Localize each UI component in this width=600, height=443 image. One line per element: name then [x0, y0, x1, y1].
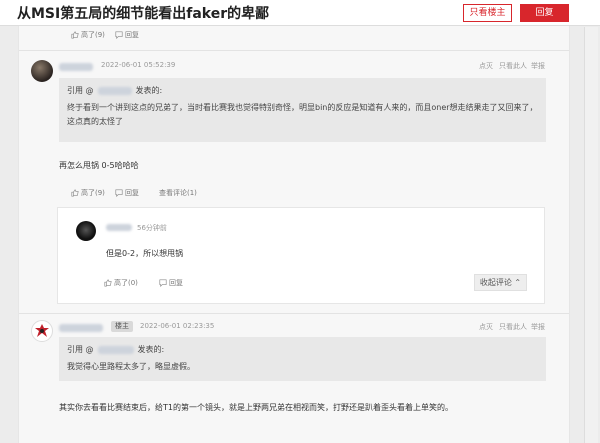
report-link[interactable]: 举报 — [531, 61, 545, 71]
quote-text: 终于看到一个讲到这点的兄弟了，当时看比赛我也觉得特别奇怪，明显bin的反应是知道… — [67, 103, 538, 126]
quote-prefix: 引用 @ — [67, 86, 94, 95]
like-button[interactable]: 高了(9) — [71, 30, 105, 40]
post-body: 再怎么甩锅 0-5哈哈哈 — [59, 161, 139, 170]
like-label: 高了(0) — [114, 279, 138, 287]
avatar[interactable] — [76, 221, 96, 241]
only-op-button[interactable]: 只看楼主 — [463, 4, 512, 22]
comment-text: 但是0-2，所以想甩锅 — [106, 249, 184, 258]
comment-box: 56分钟前 但是0-2，所以想甩锅 高了(0) 回复 收起评论 ⌃ — [57, 207, 545, 304]
collapse-comments-button[interactable]: 收起评论 ⌃ — [474, 274, 527, 291]
quote-block: 引用 @ 发表的: 我觉得心里路程太多了，略显虚假。 — [59, 337, 546, 381]
quote-text: 我觉得心里路程太多了，略显虚假。 — [67, 362, 195, 371]
divider — [19, 50, 569, 51]
avatar[interactable] — [31, 320, 53, 342]
page-title: 从MSI第五局的细节能看出faker的卑鄙 — [17, 6, 270, 22]
divider — [19, 313, 569, 314]
reply-link[interactable]: 回复 — [159, 278, 183, 288]
thread-panel: 高了(9) 回复 2022-06-01 05:52:39 点灭 只看此人 举报 … — [18, 26, 570, 443]
chevron-up-icon: ⌃ — [514, 278, 522, 287]
post-body: 其实你去看看比赛结束后，给T1的第一个镜头，就是上野两兄弟在相视而笑，打野还是趴… — [59, 403, 453, 412]
like-label: 高了(9) — [81, 189, 105, 197]
reply-label: 回复 — [125, 189, 139, 197]
username-blurred[interactable] — [106, 224, 132, 231]
only-this-user-link[interactable]: 只看此人 — [499, 61, 527, 71]
thumb-up-icon — [71, 31, 79, 39]
quoted-user-blurred — [97, 87, 132, 95]
quote-suffix: 发表的: — [135, 86, 163, 95]
quote-block: 引用 @ 发表的: 终于看到一个讲到这点的兄弟了，当时看比赛我也觉得特别奇怪，明… — [59, 78, 546, 142]
comment-icon — [159, 279, 167, 287]
quoted-user-blurred — [97, 346, 134, 354]
reply-link[interactable]: 回复 — [115, 188, 139, 198]
downvote-link[interactable]: 点灭 — [479, 322, 493, 332]
quote-prefix: 引用 @ — [67, 345, 94, 354]
like-label: 高了(9) — [81, 31, 105, 39]
collapse-label: 收起评论 — [479, 278, 512, 287]
post-time: 2022-06-01 05:52:39 — [101, 61, 176, 69]
scrollbar[interactable] — [584, 27, 598, 443]
username-blurred[interactable] — [59, 324, 103, 332]
reply-label: 回复 — [125, 31, 139, 39]
comment-icon — [115, 31, 123, 39]
reply-link[interactable]: 回复 — [115, 30, 139, 40]
comment-time: 56分钟前 — [137, 224, 167, 232]
view-comments-link[interactable]: 查看评论(1) — [159, 188, 197, 198]
like-button[interactable]: 高了(0) — [104, 278, 138, 288]
thumb-up-icon — [104, 279, 112, 287]
top-bar: 从MSI第五局的细节能看出faker的卑鄙 只看楼主 回复 — [0, 0, 600, 26]
post-time: 2022-06-01 02:23:35 — [140, 322, 215, 330]
only-this-user-link[interactable]: 只看此人 — [499, 322, 527, 332]
op-badge: 楼主 — [111, 321, 133, 332]
thumb-up-icon — [71, 189, 79, 197]
comment-icon — [115, 189, 123, 197]
like-button[interactable]: 高了(9) — [71, 188, 105, 198]
username-blurred[interactable] — [59, 63, 93, 71]
avatar[interactable] — [31, 60, 53, 82]
quote-suffix: 发表的: — [137, 345, 165, 354]
reply-button[interactable]: 回复 — [520, 4, 569, 22]
reply-label: 回复 — [169, 279, 183, 287]
team-logo-icon — [35, 324, 49, 337]
report-link[interactable]: 举报 — [531, 322, 545, 332]
downvote-link[interactable]: 点灭 — [479, 61, 493, 71]
